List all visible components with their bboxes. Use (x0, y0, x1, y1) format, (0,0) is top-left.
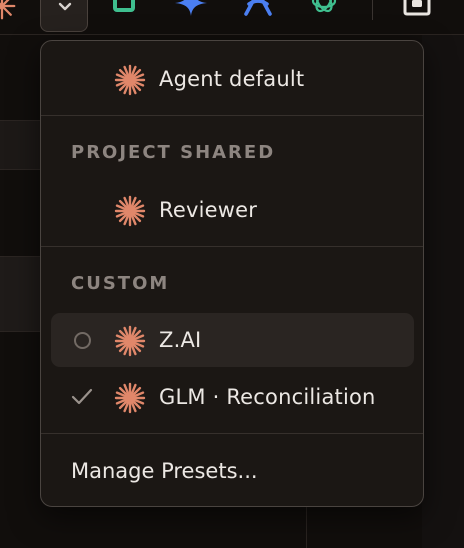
menu-item-agent-default[interactable]: Agent default (51, 52, 414, 106)
ai-logo-icon[interactable] (241, 0, 275, 16)
menu-item-zai[interactable]: Z.AI (51, 313, 414, 367)
menu-divider (41, 433, 423, 434)
claude-spark-icon[interactable] (0, 0, 16, 20)
background-panel (422, 34, 464, 548)
claude-spark-icon (114, 64, 146, 96)
chevron-down-icon (58, 2, 72, 11)
menu-item-label: Agent default (159, 67, 305, 91)
section-heading-custom: CUSTOM (71, 273, 170, 294)
toolbar-divider (0, 34, 464, 35)
menu-item-label: Z.AI (159, 328, 202, 352)
section-heading-project-shared: PROJECT SHARED (71, 142, 276, 163)
preset-menu: Agent default PROJECT SHARED Reviewer CU… (40, 40, 424, 507)
menu-item-label: GLM · Reconciliation (159, 385, 376, 409)
menu-divider (41, 246, 423, 247)
panel-divider (306, 506, 307, 548)
share-icon[interactable] (399, 0, 435, 16)
app-window: Agent default PROJECT SHARED Reviewer CU… (0, 0, 464, 548)
menu-item-reviewer[interactable]: Reviewer (51, 183, 414, 237)
claude-spark-icon (114, 195, 146, 227)
four-point-star-icon[interactable] (174, 0, 208, 16)
claude-spark-icon (114, 325, 146, 357)
preset-dropdown-button[interactable] (40, 0, 88, 32)
green-square-icon[interactable] (112, 0, 136, 16)
checkmark-icon (71, 388, 93, 405)
radio-empty-icon (74, 332, 91, 349)
claude-spark-icon (114, 382, 146, 414)
menu-item-glm-reconciliation[interactable]: GLM · Reconciliation (51, 370, 414, 424)
toolbar-separator (372, 0, 373, 20)
manage-presets-label: Manage Presets... (71, 459, 258, 483)
menu-divider (41, 115, 423, 116)
model-toolbar (0, 0, 464, 34)
manage-presets-button[interactable]: Manage Presets... (51, 445, 414, 497)
openai-icon[interactable] (309, 0, 339, 17)
menu-item-label: Reviewer (159, 198, 258, 222)
